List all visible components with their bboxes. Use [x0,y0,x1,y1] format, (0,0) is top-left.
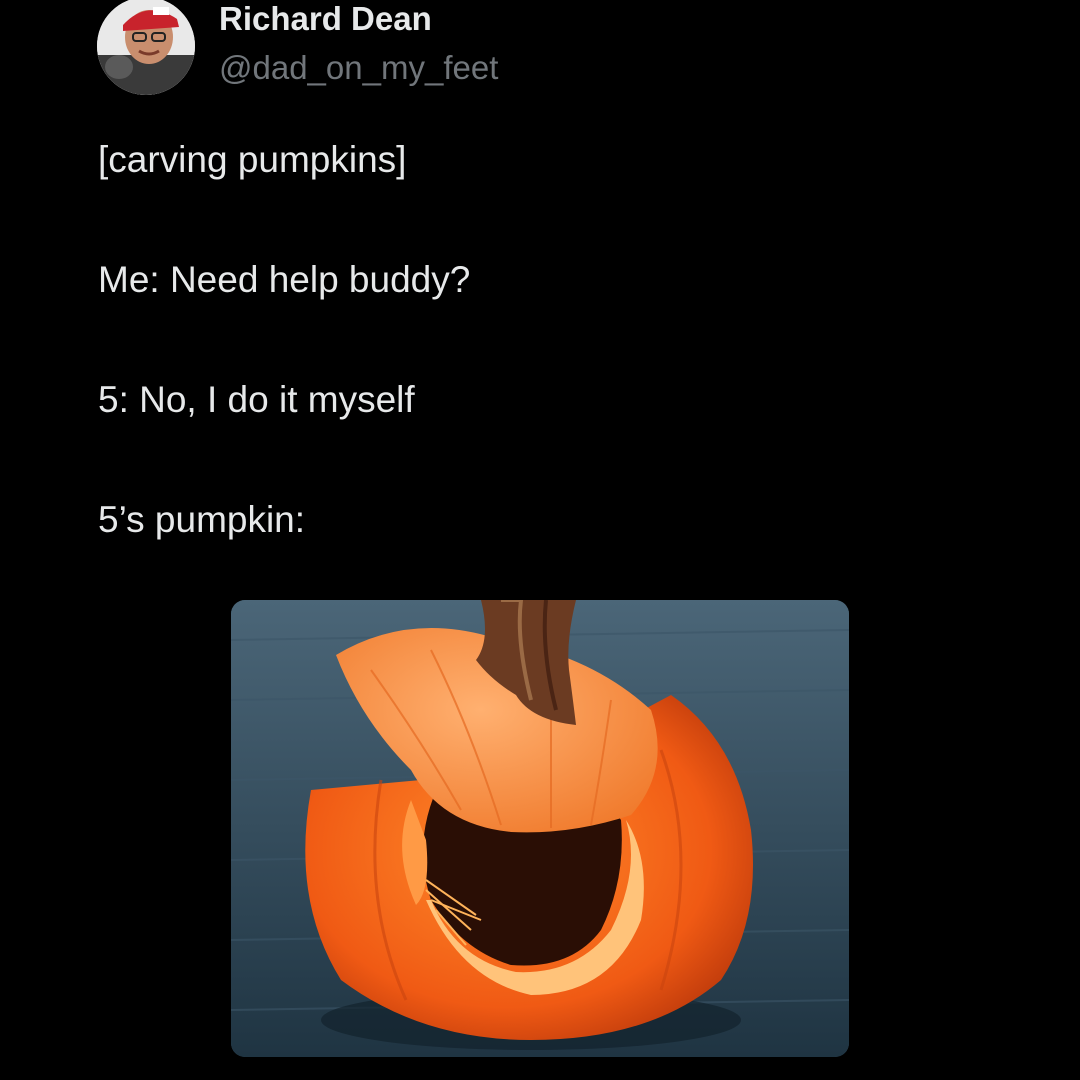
author-handle[interactable]: @dad_on_my_feet [219,49,498,87]
tweet-text-line-3: 5: No, I do it myself [98,379,415,420]
author-display-name[interactable]: Richard Dean [219,0,432,38]
avatar[interactable] [97,0,195,95]
carved-pumpkin-photo [231,600,849,1057]
tweet-text-line-2: Me: Need help buddy? [98,259,471,300]
tweet-text-line-4: 5’s pumpkin: [98,499,306,540]
tweet-media-photo[interactable] [231,600,849,1057]
avatar-image [97,0,195,95]
tweet-text-line-1: [carving pumpkins] [98,139,407,180]
